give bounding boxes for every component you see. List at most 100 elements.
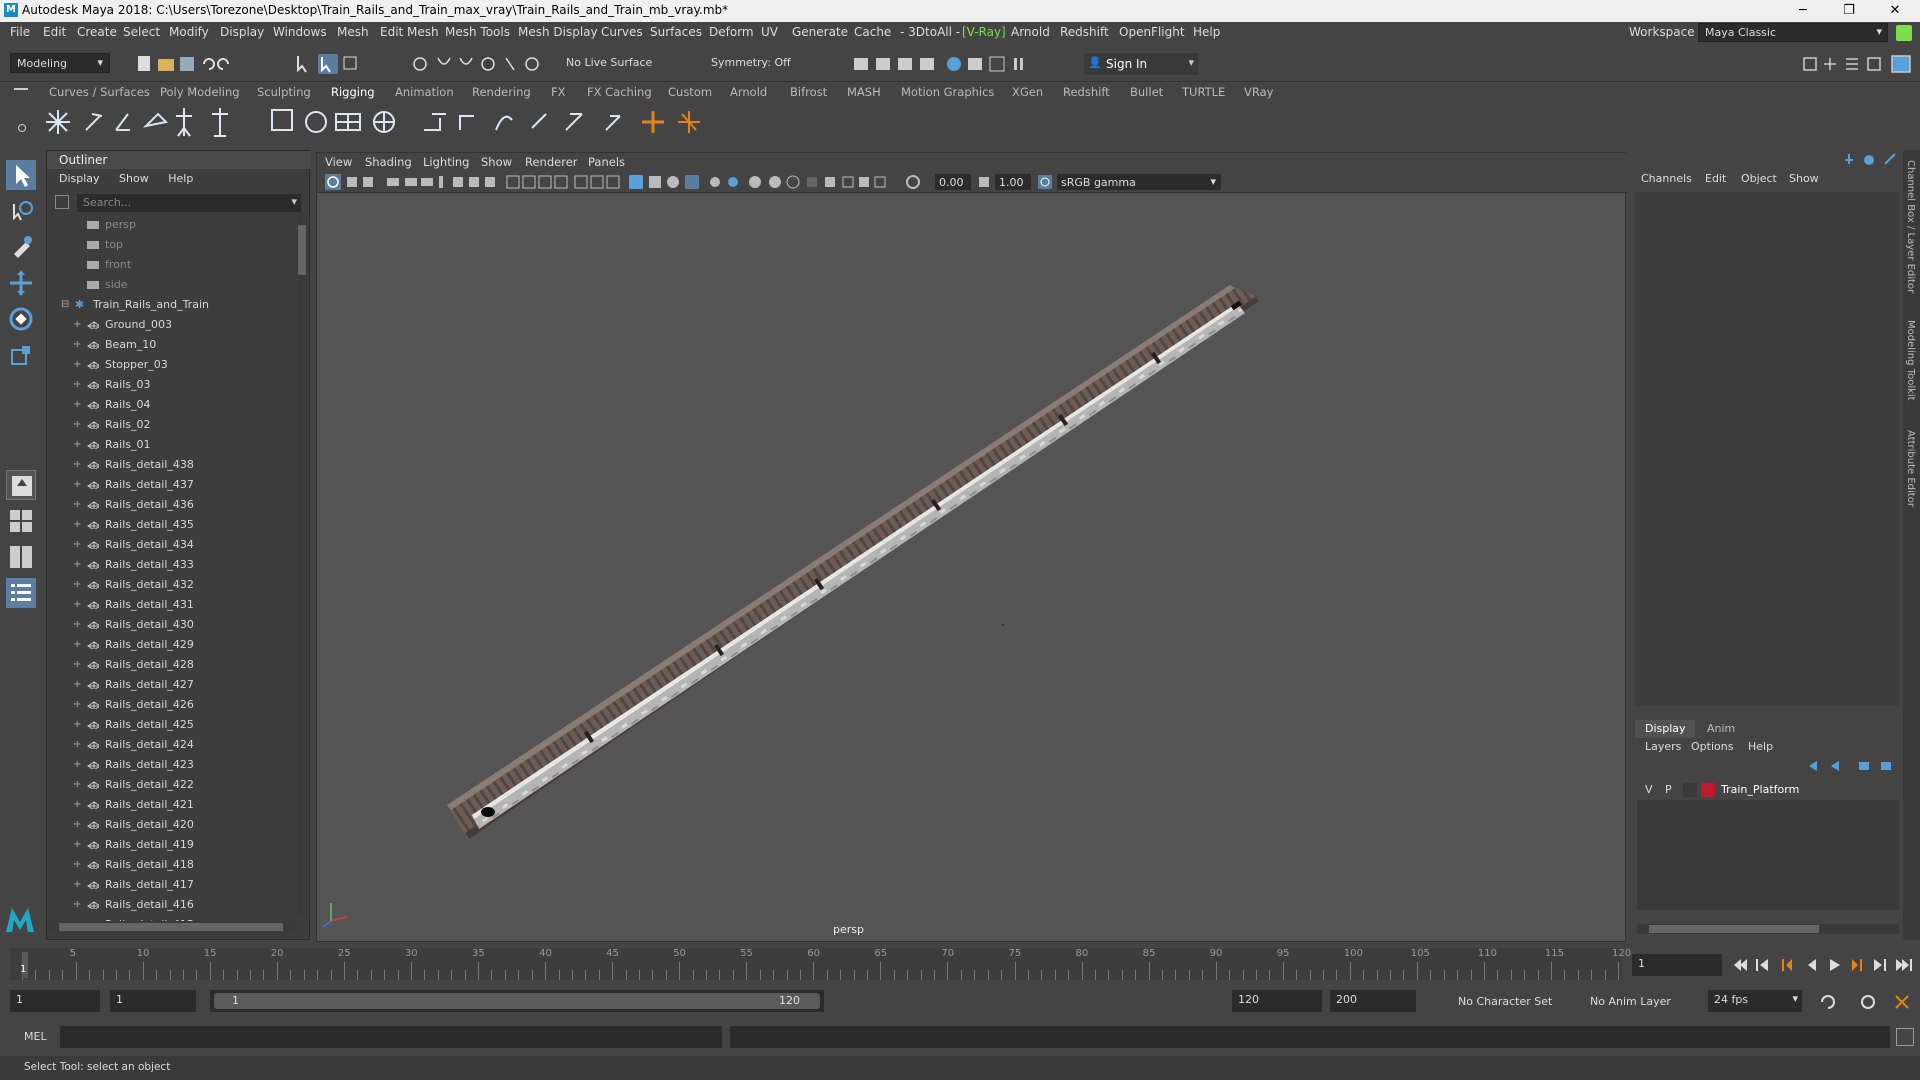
scale-tool-button[interactable] [6, 340, 36, 370]
expand-icon[interactable]: + [73, 495, 83, 515]
menu-mesh[interactable]: Mesh [337, 25, 369, 39]
outliner-item-mesh[interactable]: + Rails_detail_421 [47, 795, 297, 815]
outliner-item-mesh[interactable]: + Rails_detail_420 [47, 815, 297, 835]
script-editor-icon[interactable] [1896, 1028, 1914, 1046]
expand-icon[interactable]: + [73, 315, 83, 335]
outliner-item-mesh[interactable]: + Rails_04 [47, 395, 297, 415]
file-toolbar-icons[interactable] [136, 54, 256, 74]
shelf-settings-icon[interactable] [18, 124, 26, 132]
viewport-menu-lighting[interactable]: Lighting [423, 155, 469, 169]
shelf-menu-icon[interactable] [14, 88, 28, 90]
rigging-shelf-icons[interactable] [36, 102, 716, 142]
outliner-item-mesh[interactable]: + Rails_detail_431 [47, 595, 297, 615]
color-space-dropdown[interactable]: sRGB gamma ▾ [1057, 174, 1221, 190]
menu-edit-mesh[interactable]: Edit Mesh [380, 25, 439, 39]
scrollbar-thumb[interactable] [298, 225, 306, 275]
single-view-button[interactable] [6, 470, 36, 500]
outliner-item-mesh[interactable]: + Ground_003 [47, 315, 297, 335]
outliner-item-mesh[interactable]: + Rails_detail_416 [47, 895, 297, 915]
shelf-tab-rigging[interactable]: Rigging [331, 85, 375, 99]
menu-mesh-display[interactable]: Mesh Display [518, 25, 598, 39]
mode-dropdown[interactable]: Modeling ▾ [10, 53, 110, 73]
expand-icon[interactable]: + [73, 355, 83, 375]
layer-row[interactable]: V P Train_Platform [1637, 780, 1899, 800]
current-frame-field[interactable]: 1 [1632, 954, 1722, 976]
layer-menu-help[interactable]: Help [1748, 740, 1773, 753]
shelf-tab-turtle[interactable]: TURTLE [1182, 85, 1225, 99]
viewport-menu-show[interactable]: Show [481, 155, 512, 169]
outliner-item-mesh[interactable]: + Rails_detail_434 [47, 535, 297, 555]
channelbox-menu-edit[interactable]: Edit [1705, 172, 1726, 185]
move-tool-button[interactable] [6, 268, 36, 298]
outliner-item-camera[interactable]: front [47, 255, 297, 275]
expand-icon[interactable]: + [73, 475, 83, 495]
layer-menu-options[interactable]: Options [1691, 740, 1733, 753]
menu-create[interactable]: Create [77, 25, 117, 39]
outliner-item-mesh[interactable]: + Stopper_03 [47, 355, 297, 375]
paint-select-tool-button[interactable] [6, 232, 36, 262]
outliner-item-mesh[interactable]: + Rails_detail_438 [47, 455, 297, 475]
outliner-item-camera[interactable]: side [47, 275, 297, 295]
expand-icon[interactable]: + [73, 795, 83, 815]
expand-icon[interactable]: + [73, 815, 83, 835]
outliner-item-mesh[interactable]: + Rails_detail_429 [47, 635, 297, 655]
expand-icon[interactable]: + [73, 735, 83, 755]
expand-icon[interactable]: + [73, 335, 83, 355]
outliner-item-group[interactable]: ⊟ ✱ Train_Rails_and_Train [47, 295, 297, 315]
menu-mesh-tools[interactable]: Mesh Tools [445, 25, 510, 39]
outliner-item-mesh[interactable]: + Rails_detail_423 [47, 755, 297, 775]
shelf-tab-bullet[interactable]: Bullet [1130, 85, 1163, 99]
lock-icon[interactable] [1896, 25, 1912, 41]
outliner-item-mesh[interactable]: + Rails_detail_433 [47, 555, 297, 575]
viewport-menu-view[interactable]: View [325, 155, 352, 169]
playback-controls[interactable] [1728, 956, 1914, 974]
menu-vray[interactable]: [V-Ray] [962, 25, 1006, 39]
train[interactable] [472, 300, 1245, 829]
fps-dropdown[interactable]: 24 fps ▾ [1708, 990, 1802, 1012]
live-surface-label[interactable]: No Live Surface [566, 56, 652, 69]
menu-openflight[interactable]: OpenFlight [1119, 25, 1185, 39]
shelf-tab-xgen[interactable]: XGen [1012, 85, 1043, 99]
outliner-item-mesh[interactable]: + Rails_detail_430 [47, 615, 297, 635]
menu-deform[interactable]: Deform [709, 25, 754, 39]
shelf-tab-vray[interactable]: VRay [1244, 85, 1273, 99]
outliner-menu-show[interactable]: Show [119, 172, 149, 185]
filter-icon[interactable] [55, 195, 69, 209]
minimize-button[interactable]: ─ [1780, 0, 1826, 22]
expand-icon[interactable]: + [73, 655, 83, 675]
channelbox-menu-show[interactable]: Show [1789, 172, 1819, 185]
outliner-search-input[interactable]: Search... ▾ [77, 194, 301, 212]
select-tool-button[interactable] [6, 160, 36, 190]
expand-icon[interactable]: + [73, 695, 83, 715]
time-ruler[interactable]: 5 10 15 20 25 30 35 40 45 50 55 60 65 70 75 80 85 90 95 100… [10, 948, 1631, 980]
expand-icon[interactable]: + [73, 535, 83, 555]
animation-start-field[interactable]: 1 [10, 990, 100, 1012]
shelf-tab-sculpting[interactable]: Sculpting [257, 85, 311, 99]
outliner-horizontal-scrollbar[interactable] [47, 921, 297, 933]
shelf-tab-poly-modeling[interactable]: Poly Modeling [160, 85, 240, 99]
outliner-item-mesh[interactable]: + Rails_01 [47, 435, 297, 455]
train-body[interactable] [472, 303, 1245, 829]
layout-icons[interactable] [1800, 54, 1916, 74]
outliner-menu-help[interactable]: Help [168, 172, 193, 185]
side-by-side-view-button[interactable] [6, 542, 36, 572]
lasso-tool-button[interactable] [6, 196, 36, 226]
shelf-tab-mash[interactable]: MASH [847, 85, 881, 99]
layer-horizontal-scrollbar[interactable] [1637, 924, 1899, 934]
playback-options-icons[interactable] [1816, 992, 1916, 1012]
expand-icon[interactable]: + [73, 395, 83, 415]
close-button[interactable]: ✕ [1872, 0, 1918, 22]
shelf-tab-animation[interactable]: Animation [395, 85, 454, 99]
viewport-menu-renderer[interactable]: Renderer [525, 155, 578, 169]
viewport-menu-panels[interactable]: Panels [588, 155, 625, 169]
scrollbar-thumb[interactable] [1649, 925, 1819, 933]
current-time-marker[interactable]: 1 [20, 952, 28, 978]
command-input[interactable] [60, 1026, 722, 1048]
outliner-item-mesh[interactable]: + Rails_detail_432 [47, 575, 297, 595]
layer-menu-layers[interactable]: Layers [1645, 740, 1681, 753]
layer-tab-anim[interactable]: Anim [1707, 722, 1735, 735]
outliner-item-mesh[interactable]: + Rails_detail_436 [47, 495, 297, 515]
expand-icon[interactable]: + [73, 455, 83, 475]
side-tab-modeling-toolkit[interactable]: Modeling Toolkit [1905, 320, 1916, 401]
side-tab-attribute-editor[interactable]: Attribute Editor [1905, 430, 1916, 507]
